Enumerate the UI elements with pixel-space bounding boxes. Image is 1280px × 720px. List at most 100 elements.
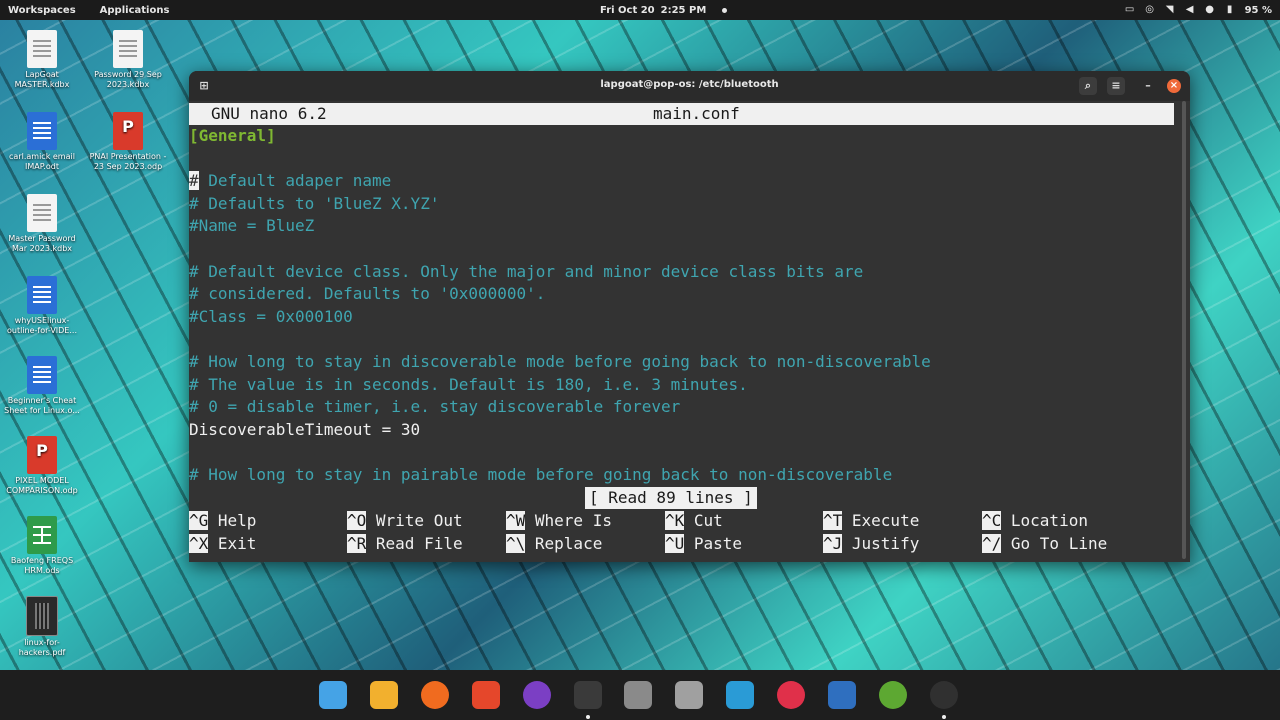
shortcut-justify: ^J Justify: [823, 533, 919, 555]
shortcut-key: ^K: [665, 511, 685, 530]
desktop-icon-label: whyUSElinux-outline-for-VIDE...: [6, 316, 77, 335]
shortcut-paste: ^U Paste: [665, 533, 742, 555]
desktop-icon-label: LapGoat MASTER.kdbx: [14, 70, 70, 89]
shortcut-exit: ^X Exit: [189, 533, 256, 555]
shortcut-label: Location: [1001, 511, 1088, 530]
virtualbox-icon[interactable]: [828, 681, 856, 709]
desktop-icon[interactable]: Password 29 Sep 2023.kdbx: [88, 26, 168, 90]
editor-line-text: # 0 = disable timer, i.e. stay discovera…: [189, 397, 681, 417]
shortcut-key: ^T: [823, 511, 843, 530]
desktop-icon-label: PNAI Presentation - 23 Sep 2023.odp: [89, 152, 167, 171]
shortcut-label: Where Is: [525, 511, 612, 530]
nano-header: GNU nano 6.2 main.conf: [189, 103, 1174, 125]
tor-browser-icon[interactable]: [522, 681, 551, 709]
applications-button[interactable]: Applications: [100, 5, 170, 16]
vpn-icon[interactable]: ◎: [1145, 5, 1155, 15]
desktop-icon[interactable]: Master Password Mar 2023.kdbx: [2, 190, 82, 254]
battery-icon[interactable]: ▮: [1225, 5, 1235, 15]
veracrypt-icon[interactable]: [726, 681, 755, 709]
editor-line: # How long to stay in pairable mode befo…: [189, 464, 892, 486]
desktop-icon[interactable]: PIXEL MODEL COMPARISON.odp: [2, 432, 82, 496]
desktop: LapGoat MASTER.kdbx Password 29 Sep 2023…: [0, 22, 180, 672]
shortcut-cut: ^K Cut: [665, 510, 723, 532]
editor-line-text: # The value is in seconds. Default is 18…: [189, 374, 748, 394]
shortcut-label: Replace: [525, 533, 603, 553]
desktop-icon[interactable]: Beginner's Cheat Sheet for Linux.o...: [2, 352, 82, 416]
desktop-icon[interactable]: Baofeng FREQS HRM.ods: [2, 512, 82, 576]
obs-icon[interactable]: [929, 681, 958, 719]
app-grid-icon[interactable]: [369, 681, 398, 709]
scrollbar[interactable]: [1182, 101, 1186, 559]
microphone-icon[interactable]: ●: [1205, 5, 1215, 15]
window-title: lapgoat@pop-os: /etc/bluetooth: [600, 79, 779, 90]
editor-line-text: # How long to stay in pairable mode befo…: [189, 465, 893, 484]
files-icon[interactable]: [624, 681, 653, 709]
editor-line: # considered. Defaults to '0x000000'.: [189, 283, 545, 305]
desktop-icon-label: PIXEL MODEL COMPARISON.odp: [6, 476, 78, 495]
spreadsheet-icon: [27, 516, 57, 554]
writer-document-icon: [27, 276, 57, 314]
clock[interactable]: Fri Oct 20 2:25 PM: [600, 0, 728, 20]
menu-icon[interactable]: ≡: [1107, 77, 1125, 95]
keepassxc-icon[interactable]: [878, 681, 907, 709]
top-panel: Workspaces Applications Fri Oct 20 2:25 …: [0, 0, 1280, 20]
firefox-icon[interactable]: [420, 681, 449, 709]
editor-line-text: [General]: [189, 126, 276, 145]
shortcut-help: ^G Help: [189, 510, 256, 532]
minimize-icon[interactable]: –: [1139, 77, 1157, 95]
document-icon: [27, 30, 57, 68]
clock-date: Fri Oct 20: [600, 4, 655, 16]
wifi-icon[interactable]: ◥: [1165, 5, 1175, 15]
window-titlebar[interactable]: ⊞ lapgoat@pop-os: /etc/bluetooth ⌕ ≡ – ×: [189, 71, 1190, 101]
desktop-icon-label: Baofeng FREQS HRM.ods: [10, 556, 74, 575]
shortcut-label: Exit: [208, 533, 257, 553]
desktop-icon[interactable]: linux-for-hackers.pdf: [2, 592, 82, 658]
nano-version: GNU nano 6.2: [211, 104, 327, 123]
shortcut-where-is: ^W Where Is: [506, 510, 612, 532]
shortcut-label: Execute: [842, 511, 920, 530]
shortcut-key: ^C: [982, 511, 1002, 530]
system-tray[interactable]: ▭ ◎ ◥ ◀ ● ▮ 95 %: [1125, 0, 1272, 20]
workspaces-button[interactable]: Workspaces: [8, 5, 76, 16]
presentation-icon: [27, 436, 57, 474]
editor-line: [General]: [189, 125, 276, 147]
notification-dot-icon: [722, 7, 728, 13]
shortcut-label: Go To Line: [1001, 533, 1108, 553]
shortcut-key: ^X: [189, 533, 209, 553]
editor-line-text: # Defaults to 'BlueZ X.YZ': [189, 193, 440, 213]
volume-icon[interactable]: ◀: [1185, 5, 1195, 15]
shortcut-key: ^R: [347, 533, 367, 553]
terminal-icon[interactable]: [573, 681, 602, 719]
shortcut-replace: ^\ Replace: [506, 533, 602, 555]
desktop-icon[interactable]: carl.amick email IMAP.odt: [2, 108, 82, 172]
editor-line-text: # How long to stay in discoverable mode …: [189, 352, 931, 371]
shortcut-label: Cut: [684, 511, 723, 530]
close-icon[interactable]: ×: [1167, 79, 1181, 93]
desktop-icon[interactable]: PNAI Presentation - 23 Sep 2023.odp: [88, 108, 168, 172]
desktop-icon[interactable]: whyUSElinux-outline-for-VIDE...: [2, 272, 82, 336]
settings-icon[interactable]: [675, 681, 704, 709]
shortcut-label: Read File: [366, 533, 463, 553]
editor-line-text: #Name = BlueZ: [189, 216, 315, 236]
display-icon[interactable]: ▭: [1125, 5, 1135, 15]
presentation-icon: [113, 112, 143, 150]
shortcut-key: ^W: [506, 511, 526, 530]
clock-time: 2:25 PM: [660, 4, 707, 16]
nano-editor[interactable]: GNU nano 6.2 main.conf [General] # Defaul…: [189, 101, 1179, 562]
editor-line: #Name = BlueZ: [189, 215, 314, 237]
editor-line-text: Default adaper name: [198, 171, 392, 191]
shortcut-write-out: ^O Write Out: [347, 510, 463, 532]
editor-line-text: #Class = 0x000100: [189, 306, 353, 326]
terminal-window[interactable]: ⊞ lapgoat@pop-os: /etc/bluetooth ⌕ ≡ – ×…: [189, 71, 1190, 562]
document-icon: [113, 30, 143, 68]
creative-cloud-icon[interactable]: [777, 681, 806, 709]
desktop-icon-label: carl.amick email IMAP.odt: [9, 152, 75, 171]
brave-icon[interactable]: [471, 681, 500, 709]
editor-line: # 0 = disable timer, i.e. stay discovera…: [189, 396, 680, 418]
editor-line-text: # considered. Defaults to '0x000000'.: [189, 284, 546, 304]
pdf-book-icon: [26, 596, 58, 636]
file-manager-store-icon[interactable]: [319, 681, 347, 709]
editor-line: # Default adaper name: [189, 170, 391, 192]
desktop-icon[interactable]: LapGoat MASTER.kdbx: [2, 26, 82, 90]
search-icon[interactable]: ⌕: [1079, 77, 1097, 95]
